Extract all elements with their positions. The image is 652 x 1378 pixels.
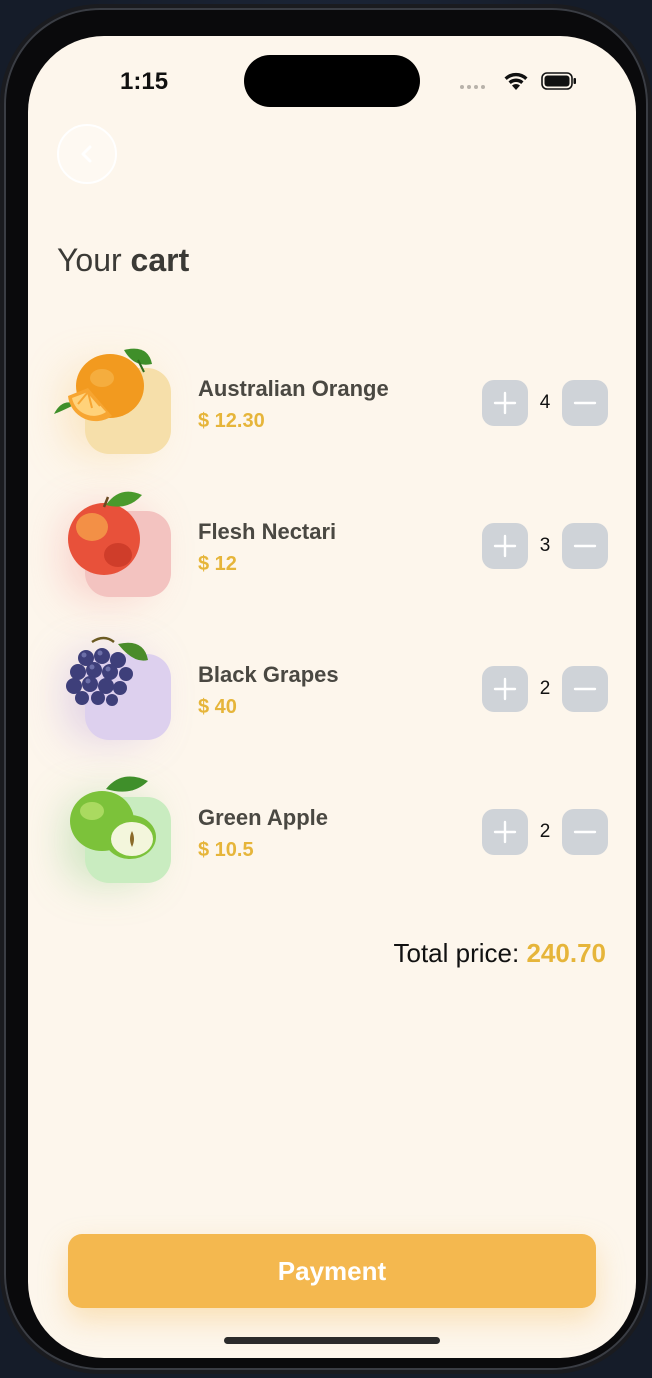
item-name: Black Grapes: [198, 662, 339, 687]
page-title: Your cart: [57, 242, 189, 279]
minus-icon: [573, 830, 597, 834]
plus-icon: [493, 677, 517, 701]
item-name: Green Apple: [198, 805, 328, 830]
stage: 1:15 Your cart Australian Orange $ 12.30…: [0, 0, 652, 1378]
back-button[interactable]: [57, 124, 117, 184]
nectarine-image: [68, 491, 142, 575]
minus-icon: [573, 544, 597, 548]
increase-quantity-button[interactable]: [482, 666, 528, 712]
item-quantity: 3: [539, 535, 551, 556]
phone-frame: 1:15 Your cart Australian Orange $ 12.30…: [4, 8, 648, 1370]
increase-quantity-button[interactable]: [482, 380, 528, 426]
wifi-icon: [504, 72, 528, 90]
item-price: $ 10.5: [198, 839, 254, 861]
item-quantity: 2: [539, 821, 551, 842]
dynamic-island: [244, 55, 420, 107]
product-thumbnail: [48, 338, 176, 466]
item-price: $ 40: [198, 696, 237, 718]
cellular-signal-icon: [460, 85, 485, 89]
item-name: Flesh Nectari: [198, 519, 337, 544]
total-price: Total price: 240.70: [394, 938, 607, 969]
cart-item-black-grapes: Black Grapes $ 40 2: [28, 624, 636, 764]
grapes-image: [66, 636, 148, 706]
decrease-quantity-button[interactable]: [562, 666, 608, 712]
minus-icon: [573, 401, 597, 405]
cart-item-flesh-nectari: Flesh Nectari $ 12 3: [28, 481, 636, 621]
apple-image: [70, 776, 156, 859]
total-label: Total price:: [393, 938, 520, 968]
product-thumbnail: [48, 624, 176, 752]
payment-button[interactable]: Payment: [68, 1234, 596, 1308]
plus-icon: [493, 391, 517, 415]
chevron-left-icon: [81, 145, 92, 163]
title-bold: cart: [130, 242, 190, 278]
item-quantity: 2: [539, 678, 551, 699]
product-thumbnail: [48, 481, 176, 609]
battery-icon: [541, 72, 576, 90]
item-price: $ 12: [198, 553, 237, 575]
total-amount: 240.70: [526, 938, 606, 968]
decrease-quantity-button[interactable]: [562, 380, 608, 426]
orange-image: [54, 348, 152, 422]
status-time: 1:15: [120, 68, 169, 95]
title-regular: Your: [57, 242, 122, 278]
item-name: Australian Orange: [198, 376, 389, 401]
increase-quantity-button[interactable]: [482, 809, 528, 855]
decrease-quantity-button[interactable]: [562, 523, 608, 569]
home-indicator[interactable]: [224, 1337, 440, 1344]
plus-icon: [493, 820, 517, 844]
minus-icon: [573, 687, 597, 691]
plus-icon: [493, 534, 517, 558]
cart-item-australian-orange: Australian Orange $ 12.30 4: [28, 338, 636, 478]
decrease-quantity-button[interactable]: [562, 809, 608, 855]
product-thumbnail: [48, 767, 176, 895]
item-price: $ 12.30: [198, 410, 265, 432]
item-quantity: 4: [539, 392, 551, 413]
app-screen: 1:15 Your cart Australian Orange $ 12.30…: [28, 36, 636, 1358]
increase-quantity-button[interactable]: [482, 523, 528, 569]
cart-item-green-apple: Green Apple $ 10.5 2: [28, 767, 636, 907]
